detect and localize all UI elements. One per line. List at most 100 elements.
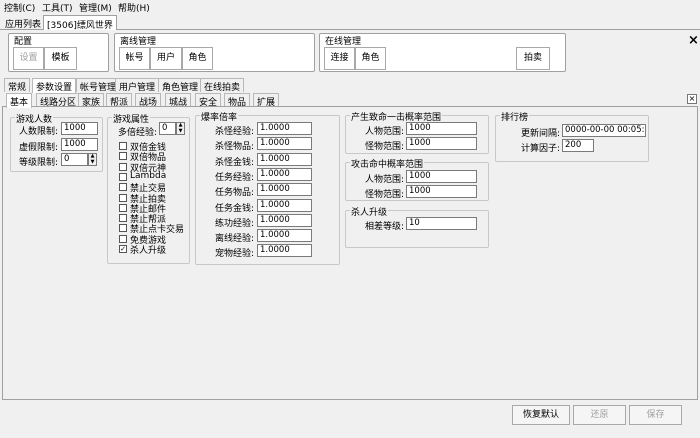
tab-online-auction[interactable]: 在线拍卖	[200, 78, 245, 93]
checkbox[interactable]	[119, 224, 127, 233]
rate-input[interactable]: 1.0000	[257, 229, 312, 243]
rate-label: 任务经验:	[214, 172, 254, 183]
multi-exp-input[interactable]: 0	[159, 122, 176, 135]
menu-manage[interactable]: 管理(M)	[79, 1, 112, 14]
tab-siege[interactable]: 城战	[165, 93, 192, 108]
rate-label: 杀怪经验:	[214, 127, 254, 137]
config-group-title: 配置	[14, 34, 33, 47]
rate-input[interactable]: 1.0000	[257, 167, 312, 181]
crit-player-label: 人物范围:	[364, 127, 404, 137]
hit-player-input[interactable]: 1000	[406, 170, 477, 183]
config-group: 配置 设置 模板	[8, 33, 109, 72]
tab-extend[interactable]: 扩展	[253, 93, 280, 108]
rate-input[interactable]: 1.0000	[257, 122, 312, 135]
menu-bar: 控制(C) 工具(T) 管理(M) 帮助(H)	[0, 0, 700, 14]
menu-control[interactable]: 控制(C)	[4, 1, 35, 14]
checkbox[interactable]	[119, 152, 127, 161]
checkbox[interactable]	[119, 203, 127, 212]
rate-input[interactable]: 1.0000	[257, 137, 312, 151]
app-tab-strip: 应用列表 [3506]缥风世界	[0, 14, 700, 31]
max-players-input[interactable]: 1000	[61, 122, 98, 135]
checkbox-label: Lambda	[130, 170, 167, 181]
tab-app-list[interactable]: 应用列表	[2, 15, 44, 30]
update-interval-input[interactable]: 0000-00-00 00:05:00	[562, 124, 646, 137]
tab-basic[interactable]: 基本	[6, 93, 33, 108]
ranking-title: 排行榜	[500, 110, 530, 123]
rate-input[interactable]: 1.0000	[257, 152, 312, 166]
max-players-label: 人数限制:	[18, 127, 58, 137]
online-group: 在线管理 连接 角色 拍卖	[319, 33, 566, 72]
tab-guild[interactable]: 帮派	[106, 93, 133, 108]
fake-players-label: 虚假限制:	[18, 143, 58, 153]
rate-input[interactable]: 1.0000	[257, 244, 312, 258]
hit-monster-input[interactable]: 1000	[406, 185, 477, 198]
offline-group: 离线管理 帐号 用户 角色	[114, 33, 315, 72]
online-role-button[interactable]: 角色	[355, 47, 386, 70]
tab-items[interactable]: 物品	[224, 93, 251, 108]
rate-label: 任务金钱:	[214, 203, 254, 214]
update-interval-label: 更新间隔:	[520, 129, 560, 139]
hit-monster-label: 怪物范围:	[364, 190, 404, 200]
checkbox[interactable]: ✓	[119, 245, 127, 253]
rate-input[interactable]: 1.0000	[257, 198, 312, 212]
online-group-title: 在线管理	[325, 34, 362, 47]
tab-params[interactable]: 参数设置	[32, 78, 77, 93]
account-button[interactable]: 帐号	[119, 47, 150, 70]
rate-input[interactable]: 1.0000	[257, 213, 312, 227]
tab-line-zone[interactable]: 线路分区	[36, 93, 81, 108]
user-button[interactable]: 用户	[150, 47, 182, 70]
level-limit-label: 等级限制:	[18, 158, 58, 168]
menu-tools[interactable]: 工具(T)	[42, 1, 73, 14]
rate-label: 任务物品:	[214, 188, 254, 199]
tab-roles[interactable]: 角色管理	[158, 78, 203, 93]
tab-security[interactable]: 安全	[195, 93, 222, 108]
level-diff-label: 相差等级:	[364, 222, 404, 232]
fake-players-input[interactable]: 1000	[61, 138, 98, 151]
close-subtab-icon[interactable]: ×	[687, 94, 697, 104]
tab-server[interactable]: [3506]缥风世界	[43, 15, 117, 31]
close-icon[interactable]: ×	[688, 34, 699, 47]
rate-label: 练功经验:	[214, 218, 254, 229]
level-limit-input[interactable]: 0	[61, 153, 88, 166]
rate-input[interactable]: 1.0000	[257, 183, 312, 197]
multi-exp-spinner[interactable]: ▲ ▼	[176, 122, 185, 135]
rate-label: 宠物经验:	[214, 249, 254, 260]
hit-range-title: 攻击命中概率范围	[350, 157, 425, 170]
checkbox[interactable]	[119, 183, 127, 192]
crit-monster-input[interactable]: 1000	[406, 137, 477, 150]
menu-help[interactable]: 帮助(H)	[118, 1, 150, 14]
checkbox[interactable]	[119, 193, 127, 202]
calc-factor-input[interactable]: 200	[562, 139, 594, 152]
crit-player-input[interactable]: 1000	[406, 122, 477, 135]
checkbox[interactable]	[119, 172, 127, 181]
settings-button[interactable]: 设置	[13, 47, 44, 70]
tab-users[interactable]: 用户管理	[115, 78, 160, 93]
connect-button[interactable]: 连接	[324, 47, 355, 70]
rate-label: 杀怪金钱:	[214, 157, 254, 168]
checkbox-label: 杀人升级	[130, 246, 167, 256]
tab-general[interactable]: 常规	[4, 78, 31, 93]
offline-group-title: 离线管理	[120, 34, 157, 47]
level-diff-input[interactable]: 10	[406, 217, 477, 230]
crit-monster-label: 怪物范围:	[364, 142, 404, 152]
undo-button[interactable]: 还原	[573, 405, 626, 425]
rate-label: 离线经验:	[214, 234, 254, 245]
sub-tab-strip: 基本 线路分区 家族 帮派 战场 城战 安全 物品 扩展	[2, 93, 698, 108]
tab-accounts[interactable]: 帐号管理	[76, 78, 121, 93]
calc-factor-label: 计算因子:	[520, 144, 560, 154]
role-button[interactable]: 角色	[182, 47, 213, 70]
checkbox[interactable]	[119, 142, 127, 150]
level-limit-spinner[interactable]: ▲ ▼	[88, 153, 97, 166]
save-button[interactable]: 保存	[629, 405, 682, 425]
rate-label: 杀怪物品:	[214, 142, 254, 153]
checkbox[interactable]	[119, 234, 127, 243]
template-button[interactable]: 模板	[44, 47, 77, 70]
checkbox[interactable]	[119, 162, 127, 171]
restore-default-button[interactable]: 恢复默认	[512, 405, 570, 425]
multi-exp-label: 多倍经验:	[117, 128, 157, 138]
tab-family[interactable]: 家族	[78, 93, 105, 108]
checkbox[interactable]	[119, 214, 127, 223]
auction-button[interactable]: 拍卖	[516, 47, 550, 70]
tab-battlefield[interactable]: 战场	[135, 93, 162, 108]
main-tab-strip: 常规 参数设置 帐号管理 用户管理 角色管理 在线拍卖	[2, 78, 698, 93]
